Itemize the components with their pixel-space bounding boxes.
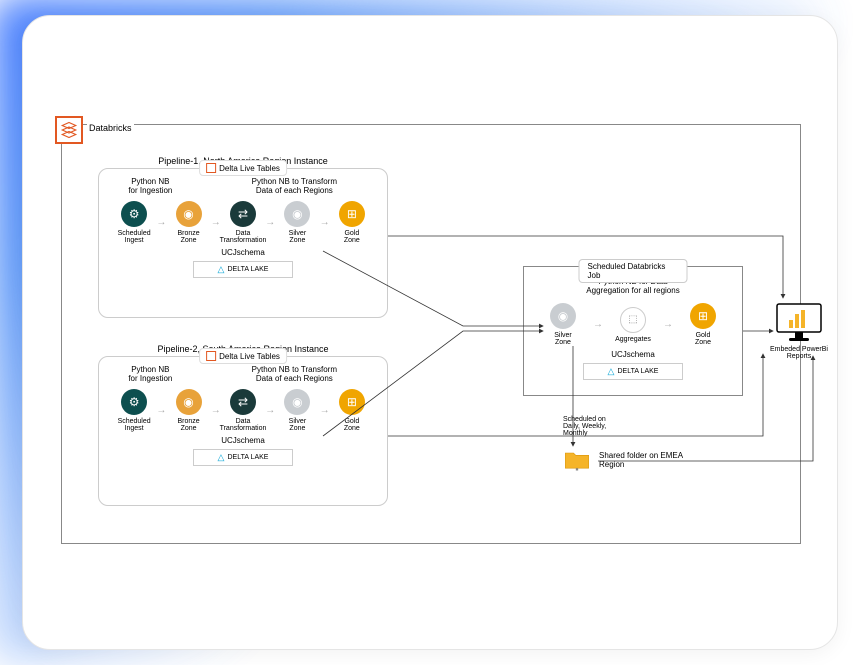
pipeline1-node-ingest: ⚙Scheduled Ingest	[110, 201, 158, 244]
pipeline2-dlt-badge: Delta Live Tables	[199, 348, 287, 364]
delta-icon: △	[218, 452, 225, 463]
job-flow: ◉Silver Zone → ⬚Aggregates → ⊞Gold Zone	[524, 303, 742, 346]
job-title: Scheduled Databricks Job	[579, 259, 688, 283]
dlt-label: Delta Live Tables	[219, 164, 280, 173]
dlt-icon	[206, 351, 216, 361]
pipeline2-node-transform: ⇄Data Transformation	[219, 389, 267, 432]
databricks-icon	[55, 116, 83, 144]
pipeline2-flow: ⚙Scheduled Ingest → ◉Bronze Zone → ⇄Data…	[99, 389, 387, 432]
pipeline1-node-gold: ⊞Gold Zone	[328, 201, 376, 244]
pipeline2-node-gold: ⊞Gold Zone	[328, 389, 376, 432]
pipeline2-box: Delta Live Tables Python NB for Ingestio…	[98, 356, 388, 506]
monitor-label: Embeded PowerBi Reports	[769, 346, 829, 360]
databricks-label: Databricks	[87, 123, 134, 133]
pipeline2-node-ingest: ⚙Scheduled Ingest	[110, 389, 158, 432]
pipeline1-node-bronze: ◉Bronze Zone	[165, 201, 213, 244]
arrow-icon: →	[663, 319, 673, 330]
pipeline1-dlt-badge: Delta Live Tables	[199, 160, 287, 176]
schedule-text: Scheduled on Daily, Weekly, Monthly	[563, 416, 623, 437]
pipeline2-sublabel2: Python NB to Transform Data of each Regi…	[212, 365, 377, 383]
pipeline1-sublabel1: Python NB for Ingestion	[109, 177, 192, 195]
dlt-label: Delta Live Tables	[219, 352, 280, 361]
powerbi-monitor: Embeded PowerBi Reports	[769, 302, 829, 360]
shared-folder: Shared folder on EMEA Region	[563, 448, 733, 477]
pipeline2-node-silver: ◉Silver Zone	[273, 389, 321, 432]
pipeline1-delta-badge: △ DELTA LAKE	[193, 261, 293, 278]
job-node-gold: ⊞Gold Zone	[679, 303, 727, 346]
job-node-silver: ◉Silver Zone	[539, 303, 587, 346]
pipeline2-sublabel1: Python NB for Ingestion	[109, 365, 192, 383]
arrow-icon: →	[593, 319, 603, 330]
delta-icon: △	[608, 366, 615, 377]
job-delta-badge: △ DELTA LAKE	[583, 363, 683, 380]
pipeline1-box: Delta Live Tables Python NB for Ingestio…	[98, 168, 388, 318]
pipeline1-ucj: UCJschema	[99, 248, 387, 257]
pipeline1-node-silver: ◉Silver Zone	[273, 201, 321, 244]
job-node-agg: ⬚Aggregates	[609, 307, 657, 343]
pipeline2-ucj: UCJschema	[99, 436, 387, 445]
scheduled-job-box: Scheduled Databricks Job Python NB for D…	[523, 266, 743, 396]
folder-label: Shared folder on EMEA Region	[599, 451, 689, 469]
pipeline2-node-bronze: ◉Bronze Zone	[165, 389, 213, 432]
dlt-icon	[206, 163, 216, 173]
delta-icon: △	[218, 264, 225, 275]
folder-icon	[563, 448, 591, 477]
pipeline1-flow: ⚙Scheduled Ingest → ◉Bronze Zone → ⇄Data…	[99, 201, 387, 244]
pipeline1-node-transform: ⇄Data Transformation	[219, 201, 267, 244]
job-ucj: UCJschema	[524, 350, 742, 359]
pipeline1-sublabel2: Python NB to Transform Data of each Regi…	[212, 177, 377, 195]
monitor-icon	[775, 302, 823, 344]
pipeline2-delta-badge: △ DELTA LAKE	[193, 449, 293, 466]
